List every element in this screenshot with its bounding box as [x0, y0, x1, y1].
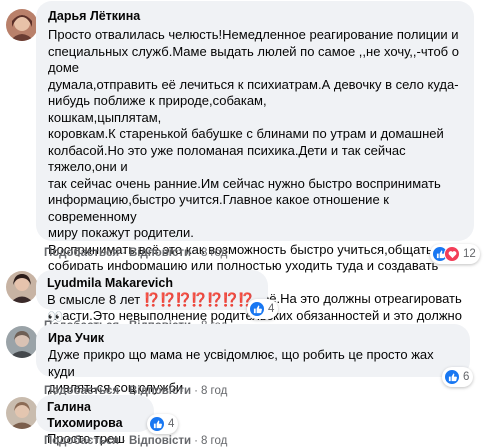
avatar[interactable]: [6, 397, 38, 429]
reaction-summary[interactable]: 6: [442, 367, 474, 387]
comment-bubble: Галина Тихомирова Просто треш: [36, 395, 154, 446]
comment-author[interactable]: Lyudmila Makarevich: [47, 275, 257, 291]
comment-author[interactable]: Галина Тихомирова: [47, 399, 143, 431]
comment-time[interactable]: 8 год: [201, 435, 227, 447]
comment-actions: Подобається·Відповісти·8 год: [44, 247, 228, 259]
like-link[interactable]: Подобається: [44, 435, 119, 447]
avatar[interactable]: [6, 9, 38, 41]
reaction-count: 4: [268, 303, 275, 315]
reply-link[interactable]: Відповісти: [129, 247, 191, 259]
avatar[interactable]: [6, 326, 38, 358]
like-icon: [149, 416, 165, 432]
like-icon: [249, 301, 265, 317]
reaction-count: 12: [463, 248, 476, 260]
comment-bubble: Ира Учик Дуже прикро що мама не усвідомл…: [36, 324, 470, 395]
reaction-summary[interactable]: 4: [247, 299, 279, 319]
avatar[interactable]: [6, 271, 38, 303]
comment-author[interactable]: Ира Учик: [48, 330, 458, 346]
comment-actions: Подобається·Відповісти·8 год: [44, 435, 228, 447]
comment-time[interactable]: 8 год: [201, 247, 227, 259]
love-icon: [444, 246, 460, 262]
comment-author[interactable]: Дарья Лёткина: [48, 8, 462, 24]
like-icon: [444, 369, 460, 385]
reaction-count: 6: [463, 371, 470, 383]
like-link[interactable]: Подобається: [44, 247, 119, 259]
comment-bubble: Lyudmila Makarevich В смысле 8 лет ⁉️⁉️⁉…: [36, 270, 268, 324]
reaction-count: 4: [168, 418, 175, 430]
comment-time[interactable]: 8 год: [201, 385, 227, 397]
reaction-summary[interactable]: 4: [147, 414, 179, 434]
reply-link[interactable]: Відповісти: [129, 435, 191, 447]
comment-text-body: В смысле 8 лет: [47, 292, 141, 307]
comment-bubble: Дарья Лёткина Просто отвалилась челюсть!…: [36, 1, 474, 372]
reaction-summary[interactable]: 12: [430, 244, 480, 264]
